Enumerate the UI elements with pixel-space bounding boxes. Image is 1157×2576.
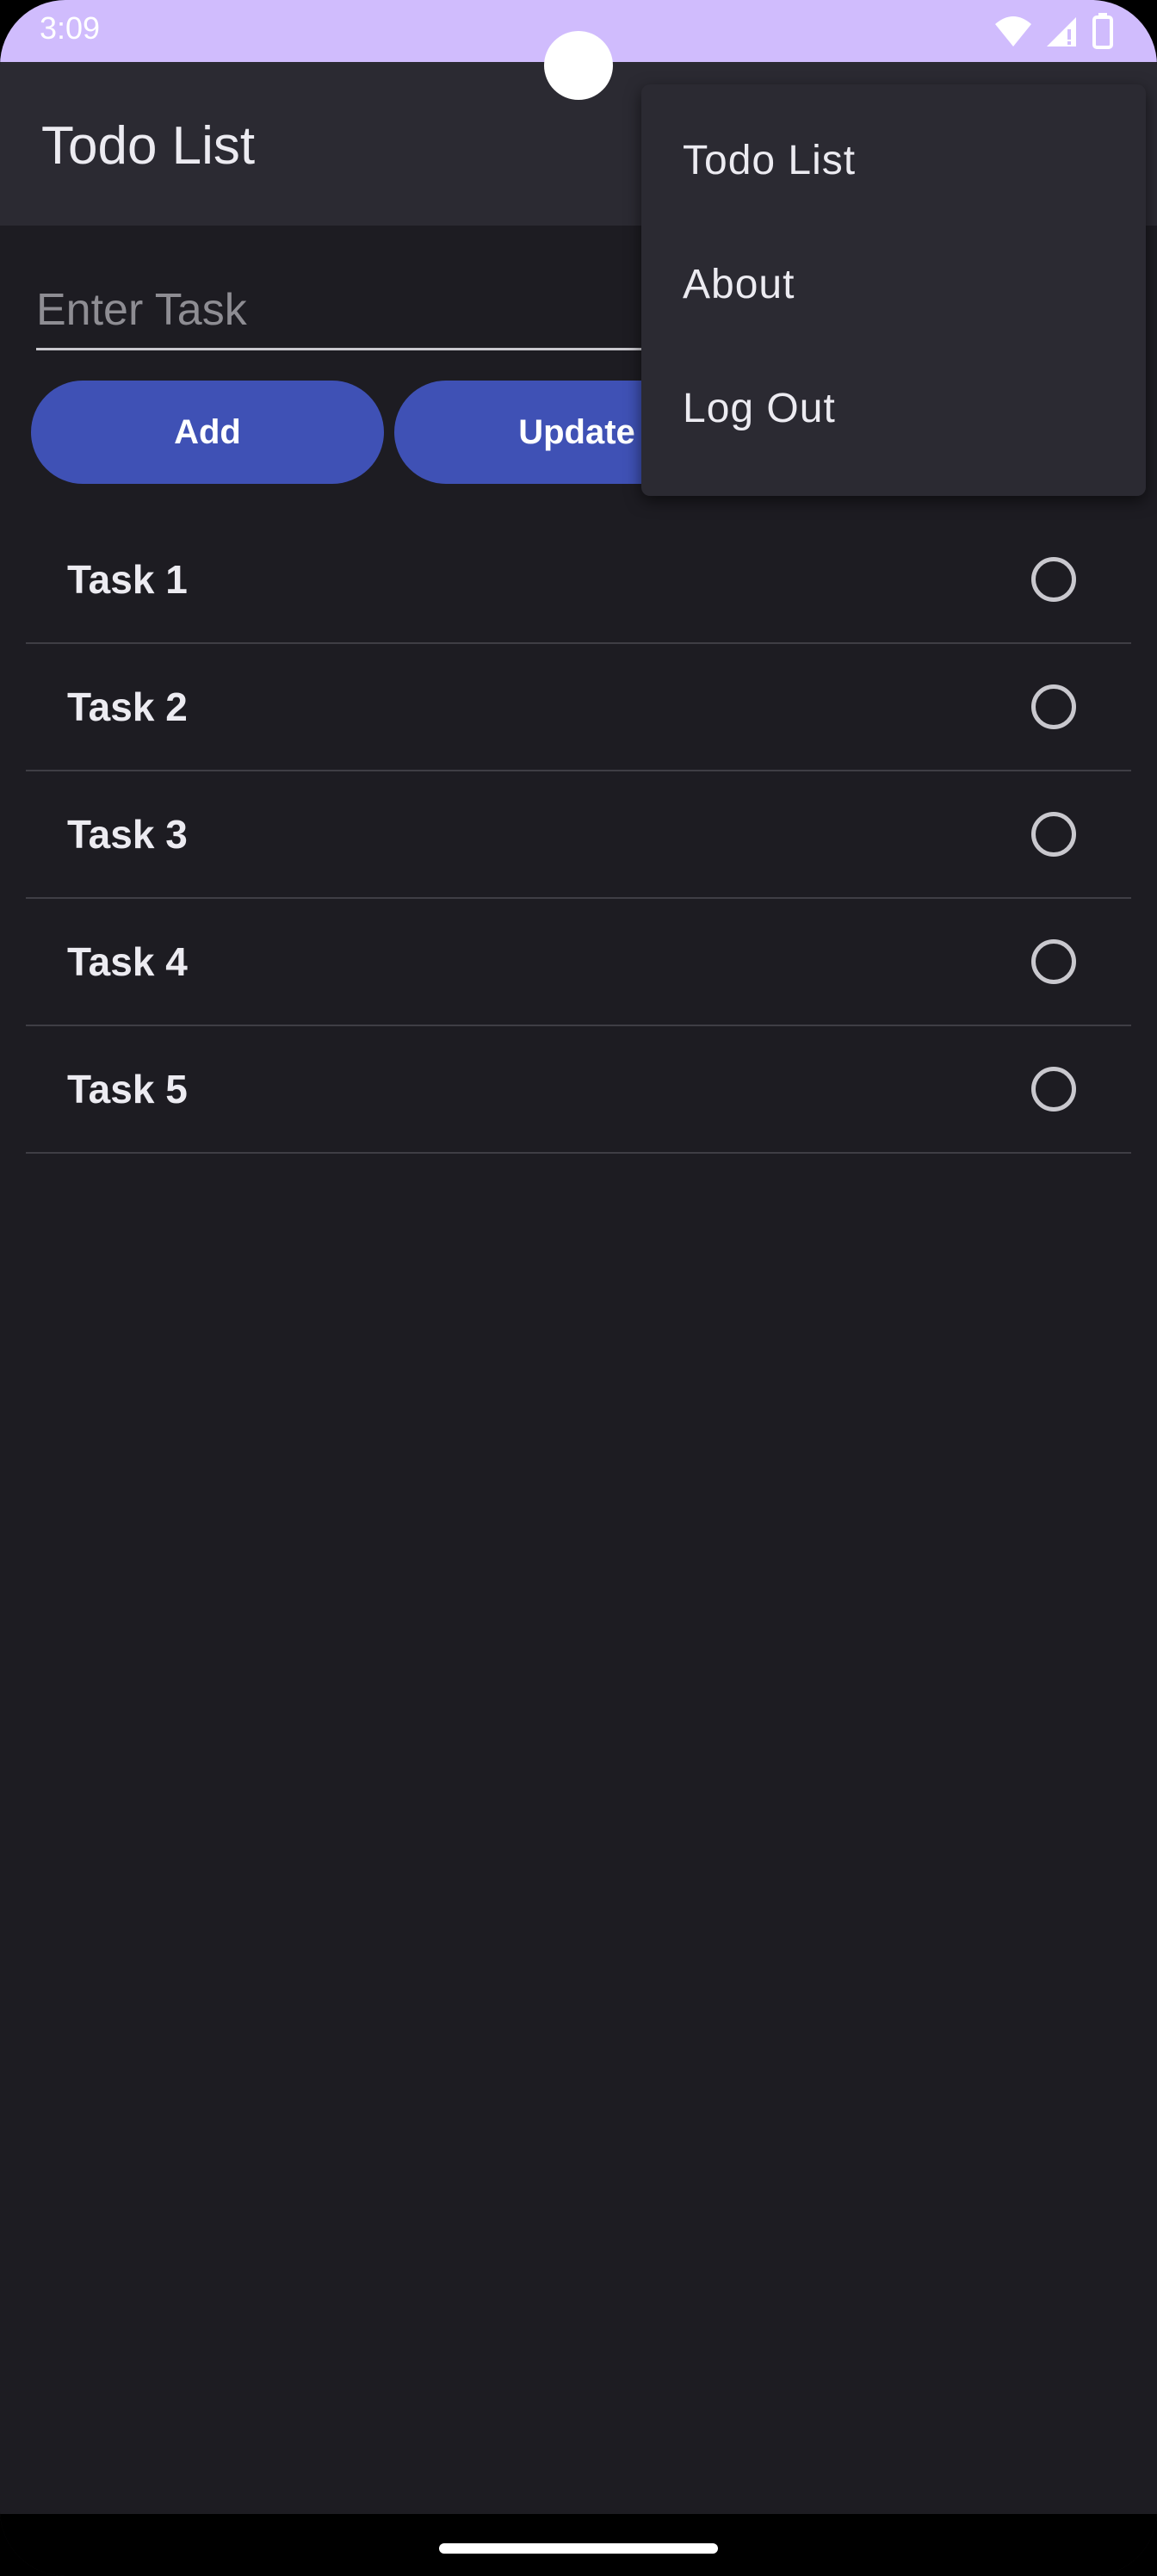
task-label: Task 1 [67,557,188,602]
status-time: 3:09 [40,10,101,46]
task-radio-button[interactable] [1031,812,1076,857]
add-button[interactable]: Add [31,381,384,484]
wifi-icon [995,16,1031,46]
camera-cutout [544,31,613,100]
task-radio-button[interactable] [1031,684,1076,729]
task-label: Task 2 [67,684,188,729]
navigation-bar [0,2514,1157,2576]
home-gesture-handle[interactable] [439,2543,718,2554]
list-item[interactable]: Task 5 [26,1026,1131,1154]
list-item[interactable]: Task 1 [26,517,1131,644]
task-list: Task 1 Task 2 Task 3 Task 4 Task 5 [26,517,1131,1154]
overflow-menu: Todo List About Log Out [641,84,1146,496]
battery-icon [1092,13,1113,49]
menu-item-log-out[interactable]: Log Out [641,346,1146,470]
list-item[interactable]: Task 3 [26,771,1131,899]
phone-screen: 3:09 Todo List Add Update Task 1 [0,0,1157,2576]
menu-item-todo-list[interactable]: Todo List [641,98,1146,222]
task-radio-button[interactable] [1031,1067,1076,1112]
menu-item-about[interactable]: About [641,222,1146,346]
task-label: Task 5 [67,1067,188,1112]
status-icons [993,12,1114,50]
task-label: Task 3 [67,812,188,857]
task-label: Task 4 [67,939,188,984]
list-item[interactable]: Task 4 [26,899,1131,1026]
app-title: Todo List [41,116,256,176]
list-item[interactable]: Task 2 [26,644,1131,771]
task-radio-button[interactable] [1031,557,1076,602]
cell-signal-icon [1047,17,1076,46]
task-radio-button[interactable] [1031,939,1076,984]
